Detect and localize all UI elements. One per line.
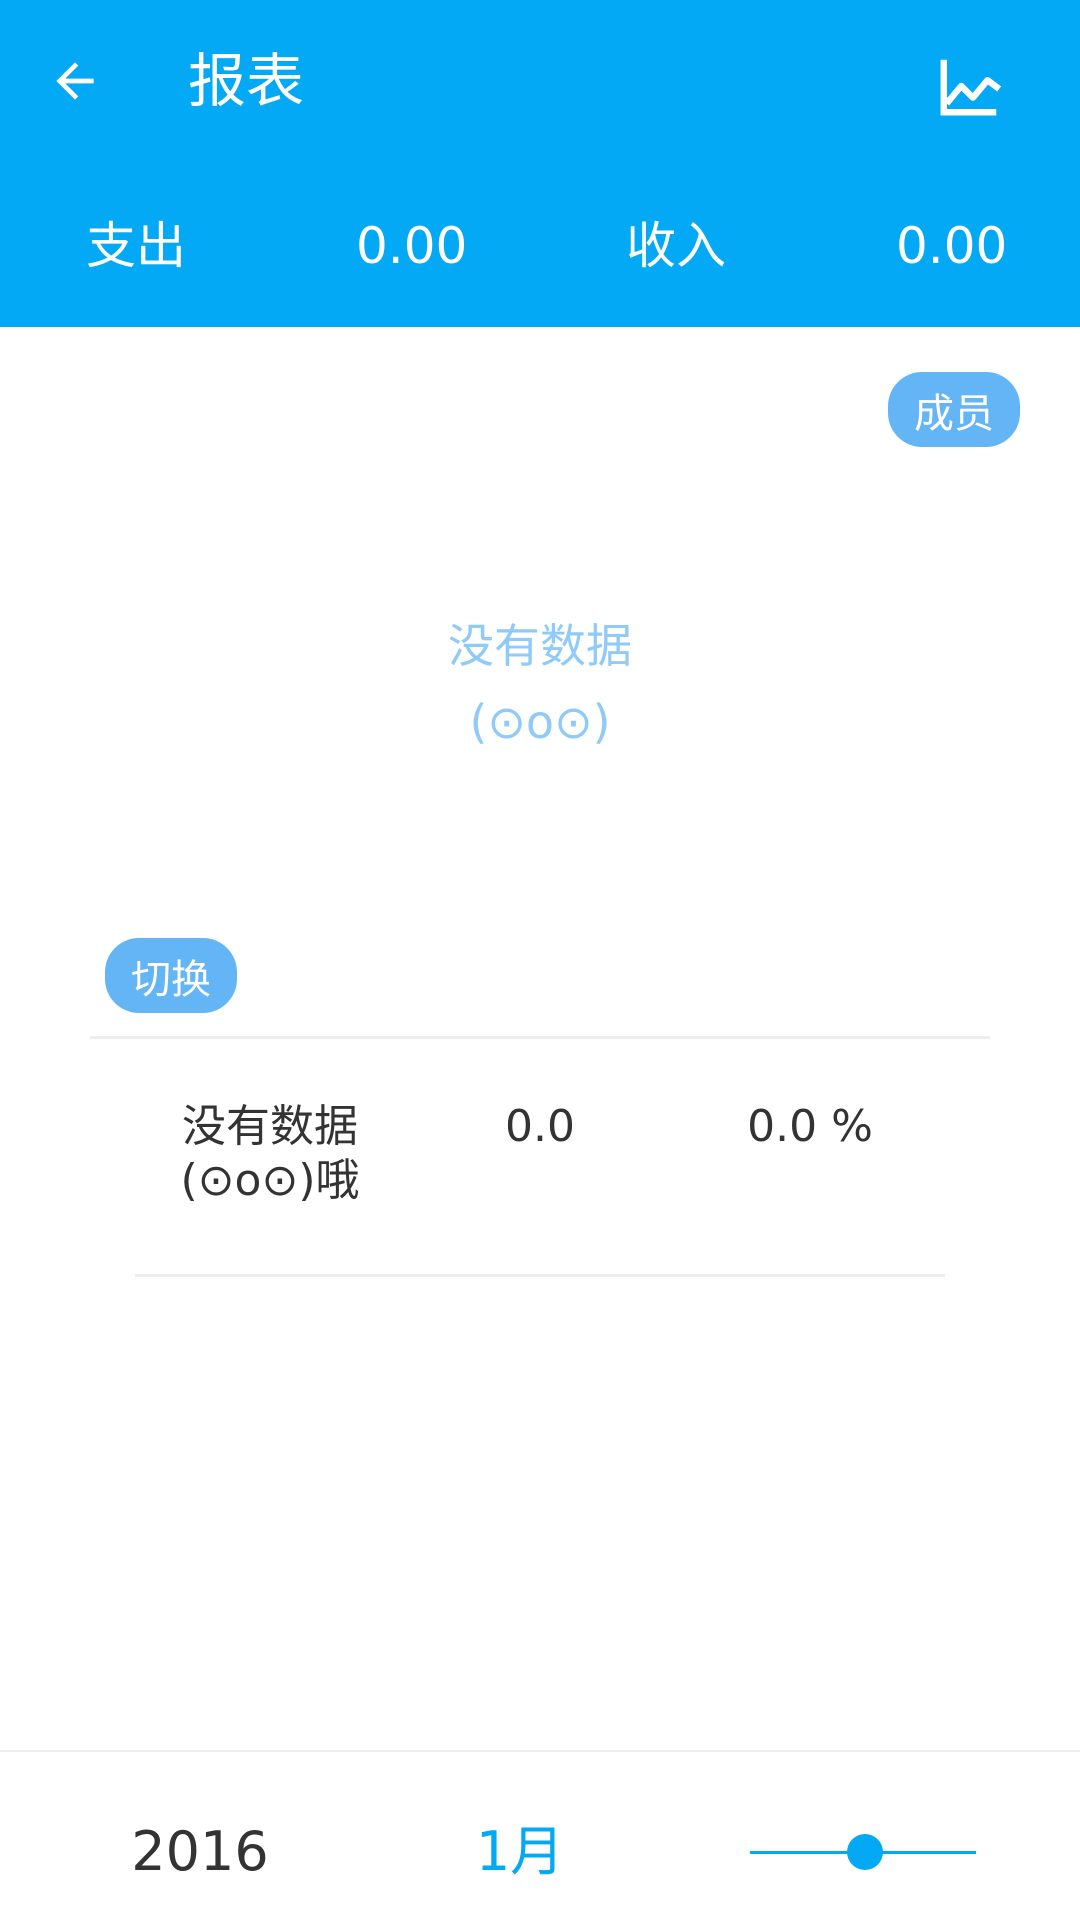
expense-value: 0.00 bbox=[356, 217, 468, 275]
empty-message: 没有数据 bbox=[448, 619, 632, 673]
row-name: 没有数据 (⊙o⊙)哦 bbox=[150, 1100, 390, 1208]
page-title: 报表 bbox=[188, 47, 305, 115]
slider-thumb[interactable] bbox=[847, 1834, 883, 1870]
app-bar: 报表 支出 0.00 收入 0.00 bbox=[0, 0, 1080, 327]
period-slider[interactable] bbox=[750, 1832, 976, 1872]
row-name-line1: 没有数据 bbox=[182, 1101, 358, 1152]
table-row[interactable]: 没有数据 (⊙o⊙)哦 0.0 0.0 % bbox=[0, 1100, 1080, 1220]
expense-label: 支出 bbox=[86, 217, 186, 275]
member-button[interactable]: 成员 bbox=[888, 372, 1020, 447]
arrow-left-icon bbox=[56, 62, 94, 100]
income-value: 0.00 bbox=[896, 217, 1008, 275]
line-chart-icon bbox=[940, 59, 1002, 116]
divider bbox=[90, 1036, 990, 1039]
toolbar: 报表 bbox=[0, 0, 1080, 165]
back-button[interactable] bbox=[30, 36, 120, 126]
year-selector[interactable]: 2016 bbox=[130, 1812, 270, 1892]
switch-button[interactable]: 切换 bbox=[105, 938, 237, 1013]
empty-emoticon: (⊙o⊙) bbox=[469, 695, 611, 749]
row-name-line2: (⊙o⊙)哦 bbox=[180, 1155, 360, 1206]
chart-button[interactable] bbox=[920, 36, 1020, 136]
summary-row: 支出 0.00 收入 0.00 bbox=[0, 208, 1080, 284]
row-amount: 0.0 bbox=[505, 1101, 575, 1152]
date-selector-bar: 2016 1月 bbox=[0, 1750, 1080, 1920]
chart-empty-state: 没有数据 (⊙o⊙) bbox=[0, 608, 1080, 760]
row-percent: 0.0 % bbox=[747, 1101, 873, 1152]
month-selector[interactable]: 1月 bbox=[440, 1812, 600, 1892]
divider bbox=[135, 1274, 945, 1277]
income-label: 收入 bbox=[626, 217, 726, 275]
